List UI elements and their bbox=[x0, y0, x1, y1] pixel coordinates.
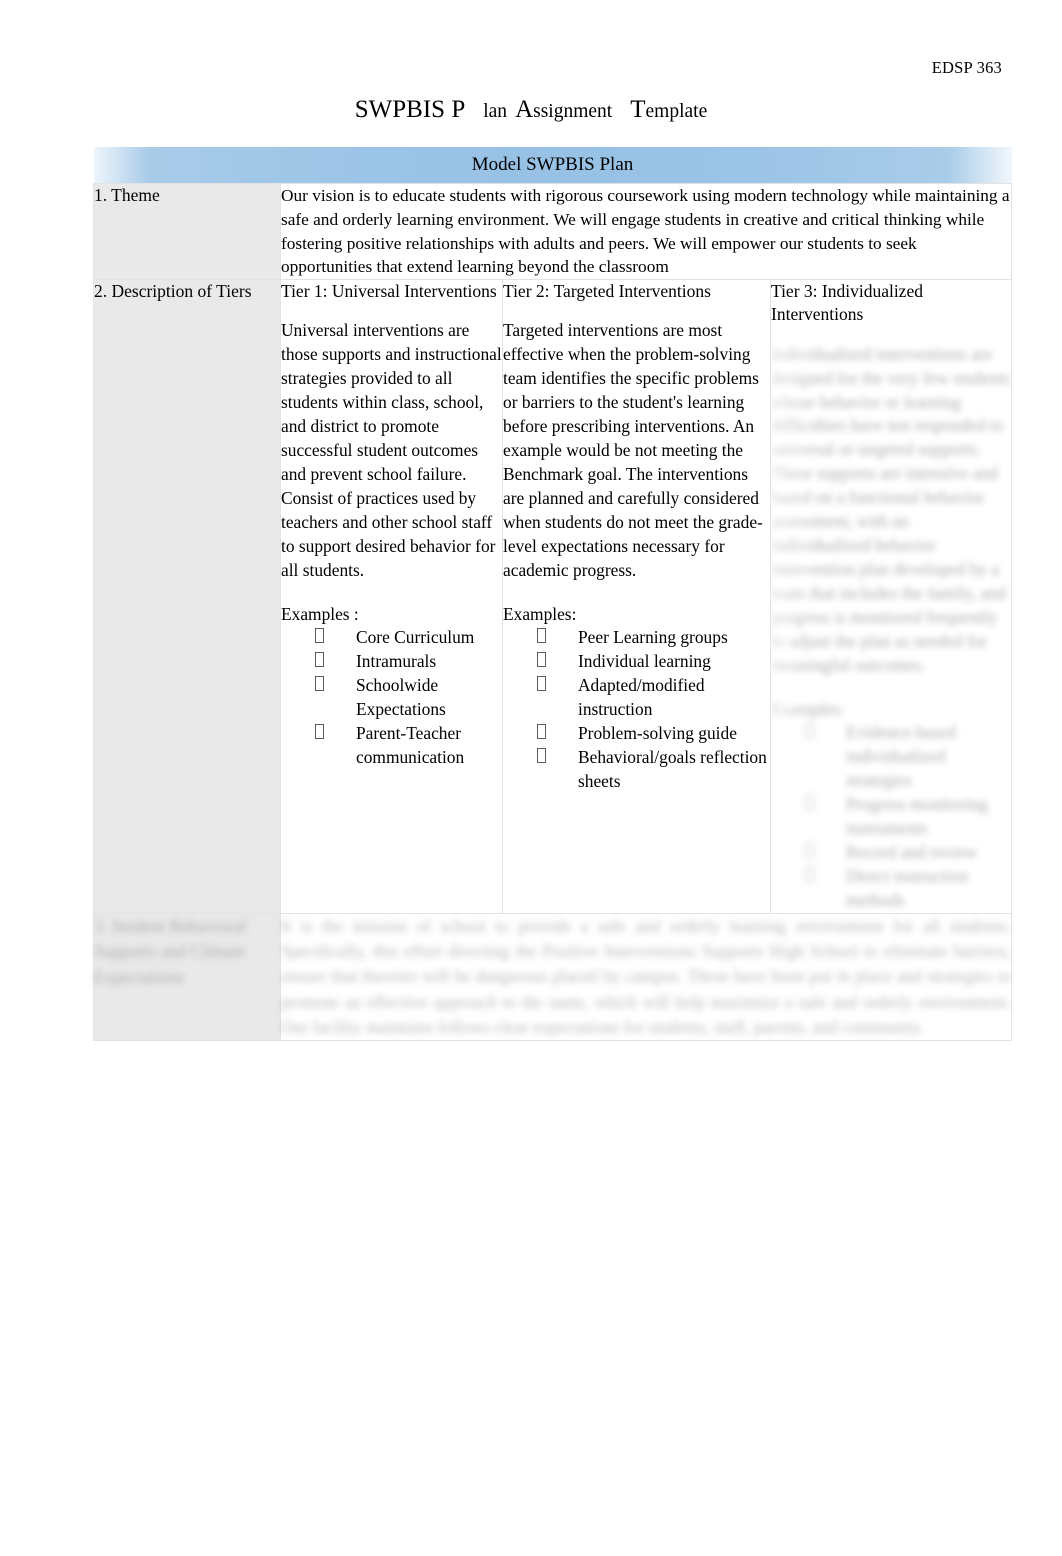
row-label-theme-text: 1. Theme bbox=[94, 185, 160, 205]
title-part-1-smallcaps: lan bbox=[483, 101, 508, 122]
row-label-description-of-tiers: 2. Description of Tiers bbox=[93, 279, 281, 914]
tier-1-examples-list: Core Curriculum Intramurals Schoolwide E… bbox=[281, 626, 502, 770]
tofu-bullet-icon bbox=[805, 723, 814, 739]
title-part-3-caps: T bbox=[630, 96, 646, 123]
swpbis-plan-table: Model SWPBIS Plan 1. Theme Our vision is… bbox=[93, 147, 1013, 1042]
tier-3-body-text: Individualized interventions are designe… bbox=[771, 343, 1011, 675]
page-title: SWPBIS P lan Assignment Template bbox=[0, 96, 1062, 124]
tofu-bullet-icon bbox=[537, 676, 546, 692]
tier-2-examples-list: Peer Learning groups Individual learning… bbox=[503, 626, 770, 793]
tofu-bullet-icon bbox=[805, 795, 814, 811]
list-item-label: Adapted/modified instruction bbox=[578, 675, 705, 720]
tofu-bullet-icon bbox=[805, 843, 814, 859]
tier-1-body: Universal interventions are those suppor… bbox=[281, 320, 502, 580]
list-item: Direct instruction methods bbox=[805, 865, 1011, 913]
title-part-3-smallcaps: emplate bbox=[645, 101, 708, 122]
list-item: Intramurals bbox=[315, 650, 502, 674]
list-item-label: Intramurals bbox=[356, 651, 437, 672]
row-label-supports-number: 3. bbox=[94, 915, 108, 936]
row-label-theme: 1. Theme bbox=[93, 182, 281, 281]
list-item-label: Direct instruction methods bbox=[846, 866, 969, 910]
tier-1-heading: Tier 1: Universal Interventions bbox=[281, 281, 497, 302]
list-item-label: Individual learning bbox=[578, 651, 711, 672]
title-part-2-smallcaps: ssignment bbox=[533, 101, 613, 122]
tofu-bullet-icon bbox=[805, 867, 814, 883]
tier-2-heading: Tier 2: Targeted Interventions bbox=[503, 281, 711, 302]
theme-cell: Our vision is to educate students with r… bbox=[279, 182, 1013, 281]
tier-3-spacer bbox=[771, 678, 1011, 698]
table-row-tiers: 2. Description of Tiers Tier 1: Universa… bbox=[93, 279, 1013, 914]
row-label-supports-text: 3. Student Behavioral Supports and Clima… bbox=[94, 914, 280, 990]
list-item: Core Curriculum bbox=[315, 626, 502, 650]
list-item-label: Core Curriculum bbox=[356, 627, 475, 648]
tier-3-examples-label: Examples: bbox=[771, 698, 845, 719]
banner-title: Model SWPBIS Plan bbox=[93, 147, 1012, 183]
list-item-label: Record and review bbox=[846, 842, 978, 863]
tier-1-cell: Tier 1: Universal Interventions Universa… bbox=[280, 279, 503, 914]
tier-1-examples-label: Examples : bbox=[281, 603, 359, 624]
banner-cell: Model SWPBIS Plan bbox=[93, 147, 1012, 184]
title-part-1-caps: SWPBIS P bbox=[354, 96, 466, 123]
list-item: Progress monitoring instruments bbox=[805, 793, 1011, 841]
row-label-supports-body: Student Behavioral Supports and Climate … bbox=[94, 915, 247, 987]
list-item: Parent-Teacher communication bbox=[315, 722, 502, 770]
tofu-bullet-icon bbox=[315, 628, 324, 644]
tier-2-body: Targeted interventions are most effectiv… bbox=[503, 320, 763, 580]
tier-2-examples-label: Examples: bbox=[503, 603, 577, 624]
tofu-bullet-icon bbox=[537, 748, 546, 764]
table-banner-row: Model SWPBIS Plan bbox=[93, 147, 1012, 184]
supports-paragraph: It is the mission of school to provide a… bbox=[281, 915, 1012, 1037]
list-item-label: Parent-Teacher communication bbox=[356, 723, 465, 768]
list-item: Adapted/modified instruction bbox=[537, 674, 770, 722]
tier-2-spacer bbox=[503, 583, 770, 603]
tier-3-heading: Tier 3: Individualized Interventions bbox=[771, 281, 923, 325]
document-page: EDSP 363 SWPBIS P lan Assignment Template M… bbox=[0, 0, 1062, 1556]
supports-paragraph-wrapper: It is the mission of school to provide a… bbox=[281, 914, 1011, 1040]
supports-cell-obscured: It is the mission of school to provide a… bbox=[279, 912, 1013, 1042]
list-item: Evidence-based individualized strategies bbox=[805, 721, 1011, 793]
list-item-label: Schoolwide Expectations bbox=[356, 675, 446, 720]
tofu-bullet-icon bbox=[537, 628, 546, 644]
tofu-bullet-icon bbox=[537, 652, 546, 668]
list-item-label: Peer Learning groups bbox=[578, 627, 728, 648]
list-item-label: Progress monitoring instruments bbox=[846, 794, 988, 839]
list-item: Behavioral/goals reflection sheets bbox=[537, 746, 770, 794]
tofu-bullet-icon bbox=[315, 724, 324, 740]
tier-2-cell: Tier 2: Targeted Interventions Targeted … bbox=[502, 279, 771, 914]
list-item-label: Behavioral/goals reflection sheets bbox=[578, 747, 767, 791]
list-item-label: Evidence-based individualized strategies bbox=[846, 722, 957, 791]
list-item-label: Problem-solving guide bbox=[578, 723, 737, 744]
tier-3-cell: Tier 3: Individualized Interventions Ind… bbox=[769, 279, 1013, 914]
row-label-supports-obscured: 3. Student Behavioral Supports and Clima… bbox=[93, 912, 281, 1042]
tofu-bullet-icon bbox=[315, 652, 324, 668]
tier-1-spacer bbox=[281, 583, 502, 603]
list-item: Peer Learning groups bbox=[537, 626, 770, 650]
table-row-supports: 3. Student Behavioral Supports and Clima… bbox=[93, 912, 1013, 1042]
tofu-bullet-icon bbox=[537, 724, 546, 740]
table-row-theme: 1. Theme Our vision is to educate studen… bbox=[93, 182, 1013, 281]
theme-paragraph: Our vision is to educate students with r… bbox=[281, 186, 1010, 277]
running-header-course-code: EDSP 363 bbox=[931, 58, 1002, 77]
tier-3-examples-list: Evidence-based individualized strategies… bbox=[771, 721, 1011, 912]
tier-3-body-obscured: Individualized interventions are designe… bbox=[771, 343, 1011, 913]
title-part-2-caps: A bbox=[515, 96, 534, 123]
row-label-tiers-text: 2. Description of Tiers bbox=[94, 281, 252, 302]
list-item: Problem-solving guide bbox=[537, 722, 770, 746]
tofu-bullet-icon bbox=[315, 676, 324, 692]
list-item: Individual learning bbox=[537, 650, 770, 674]
list-item: Schoolwide Expectations bbox=[315, 674, 502, 722]
list-item: Record and review bbox=[805, 841, 1011, 865]
